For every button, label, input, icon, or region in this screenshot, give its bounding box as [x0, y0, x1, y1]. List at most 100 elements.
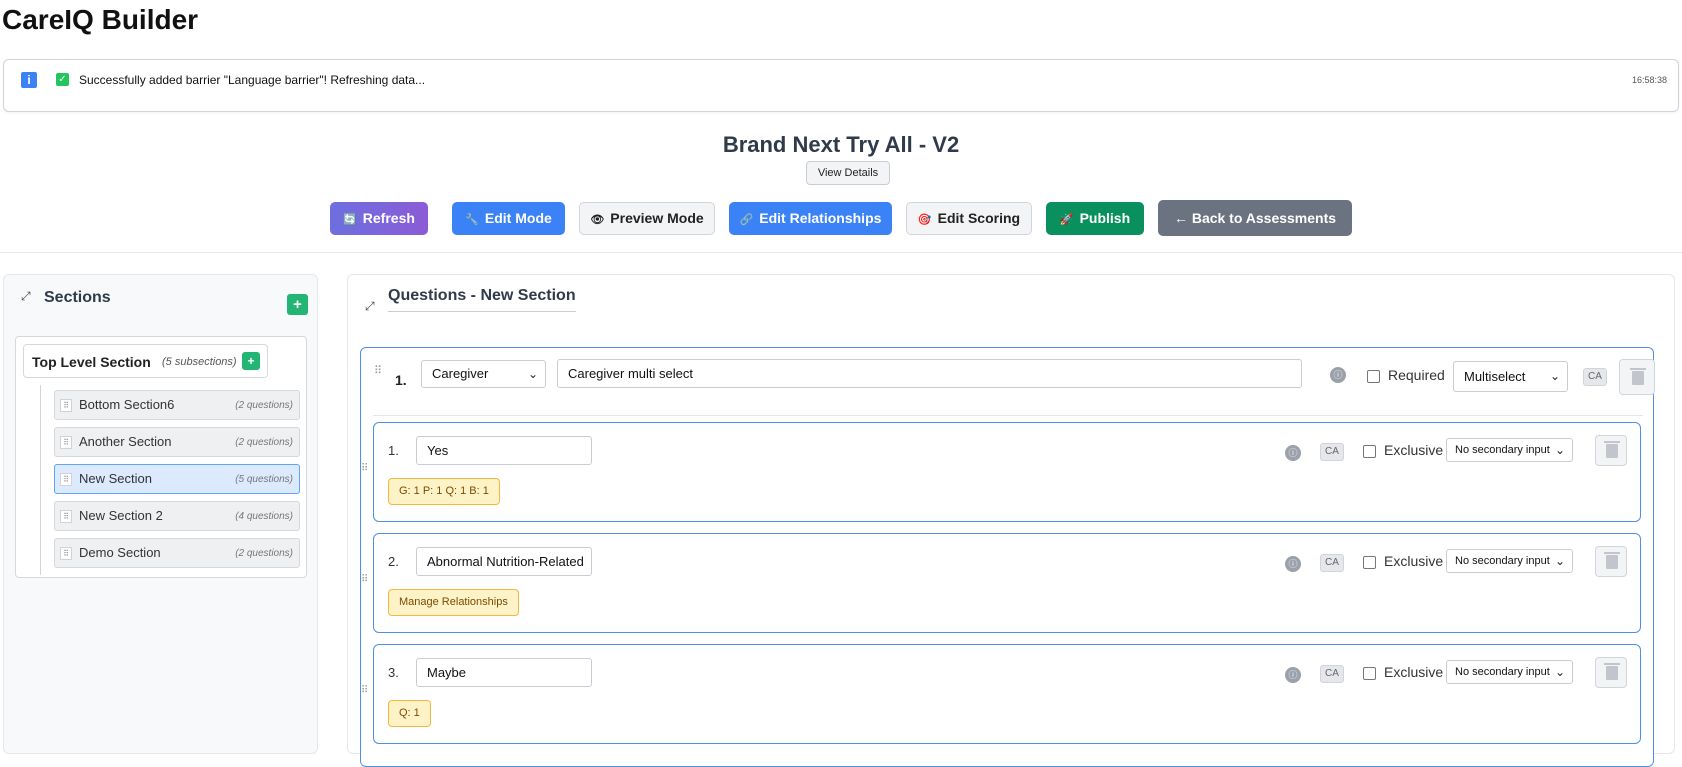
scoring-tag[interactable]: G: 1 P: 1 Q: 1 B: 1	[388, 478, 500, 505]
rocket-icon: 🚀	[1059, 214, 1074, 226]
secondary-input-select[interactable]: No secondary input ⌄	[1446, 438, 1573, 462]
edit-scoring-button[interactable]: 🎯 Edit Scoring	[906, 202, 1032, 235]
ca-badge[interactable]: CA	[1583, 368, 1607, 386]
info-circle-icon[interactable]: ⓘ	[1330, 367, 1346, 383]
eye-icon: 👁	[590, 214, 605, 226]
trash-icon	[1604, 663, 1620, 680]
notification-message: Successfully added barrier "Language bar…	[79, 73, 426, 87]
sections-title: Sections	[44, 289, 111, 306]
drag-handle-icon[interactable]: ⠿	[374, 364, 382, 377]
answer-text-input[interactable]: Abnormal Nutrition-Related	[416, 547, 592, 576]
assessment-title: Brand Next Try All - V2	[722, 132, 960, 157]
exclusive-label: Exclusive	[1384, 553, 1444, 569]
ca-badge[interactable]: CA	[1320, 554, 1344, 572]
drag-handle-icon[interactable]: ⠿	[60, 510, 72, 523]
check-icon: ✓	[56, 73, 69, 86]
question-type-select[interactable]: Multiselect ⌄	[1453, 361, 1568, 392]
drag-handle-icon[interactable]: ⠿	[60, 436, 72, 449]
expand-icon[interactable]: ⤢	[21, 289, 31, 304]
section-item-new-section[interactable]: ⠿ New Section (5 questions)	[54, 464, 300, 494]
add-subsection-button[interactable]: +	[242, 352, 260, 370]
trash-icon	[1630, 368, 1646, 385]
top-level-section[interactable]: Top Level Section (5 subsections) +	[23, 344, 268, 378]
question-text-input[interactable]: Caregiver multi select	[557, 359, 1302, 388]
header-divider	[0, 252, 1682, 253]
secondary-input-value: No secondary input	[1455, 666, 1550, 678]
info-circle-icon[interactable]: ⓘ	[1285, 667, 1301, 683]
answer-card: ⠿ 3. Maybe ⓘ CA Exclusive No secondary i…	[361, 644, 1641, 744]
drag-handle-icon[interactable]: ⠿	[361, 463, 368, 474]
section-item-name: Bottom Section6	[79, 397, 175, 412]
answer-number: 3.	[388, 665, 399, 680]
drag-handle-icon[interactable]: ⠿	[361, 685, 368, 696]
section-item-name: Another Section	[79, 434, 172, 449]
edit-scoring-label: Edit Scoring	[937, 210, 1021, 226]
view-details-button[interactable]: View Details	[806, 161, 890, 185]
refresh-button[interactable]: 🔄 Refresh	[330, 202, 428, 235]
drag-handle-icon[interactable]: ⠿	[361, 574, 368, 585]
delete-answer-button[interactable]	[1595, 657, 1627, 688]
exclusive-label: Exclusive	[1384, 442, 1444, 458]
top-level-section-label: Top Level Section	[32, 354, 151, 370]
required-checkbox[interactable]	[1367, 370, 1380, 383]
chevron-down-icon: ⌄	[1554, 665, 1565, 679]
drag-handle-icon[interactable]: ⠿	[60, 547, 72, 560]
section-item-count: (5 questions)	[235, 474, 293, 485]
section-item-count: (4 questions)	[235, 511, 293, 522]
app-title: CareIQ Builder	[2, 4, 199, 35]
delete-answer-button[interactable]	[1595, 435, 1627, 466]
edit-relationships-button[interactable]: 🔗 Edit Relationships	[729, 202, 892, 235]
trash-icon	[1604, 441, 1620, 458]
exclusive-checkbox[interactable]	[1363, 445, 1376, 458]
expand-icon[interactable]: ⤢	[365, 299, 375, 314]
section-item-another-section[interactable]: ⠿ Another Section (2 questions)	[54, 427, 300, 457]
edit-mode-button[interactable]: 🔧 Edit Mode	[452, 202, 565, 235]
target-icon: 🎯	[917, 214, 932, 226]
answer-number: 1.	[388, 443, 399, 458]
scoring-tag[interactable]: Q: 1	[388, 700, 431, 727]
secondary-input-select[interactable]: No secondary input ⌄	[1446, 549, 1573, 573]
section-item-demo-section[interactable]: ⠿ Demo Section (2 questions)	[54, 538, 300, 568]
publish-button[interactable]: 🚀 Publish	[1046, 202, 1144, 235]
section-item-bottom-section6[interactable]: ⠿ Bottom Section6 (2 questions)	[54, 390, 300, 420]
answer-text-input[interactable]: Yes	[416, 436, 592, 465]
section-item-name: New Section 2	[79, 508, 163, 523]
drag-handle-icon[interactable]: ⠿	[60, 399, 72, 412]
question-type-value: Multiselect	[1464, 369, 1526, 384]
section-tree: Top Level Section (5 subsections) + ⠿ Bo…	[15, 336, 307, 578]
section-item-new-section-2[interactable]: ⠿ New Section 2 (4 questions)	[54, 501, 300, 531]
chevron-down-icon: ⌄	[527, 367, 538, 381]
wrench-icon: 🔧	[465, 214, 479, 226]
secondary-input-select[interactable]: No secondary input ⌄	[1446, 660, 1573, 684]
question-card: ⠿ 1. Caregiver ⌄ Caregiver multi select …	[360, 347, 1655, 767]
ca-badge[interactable]: CA	[1320, 665, 1344, 683]
trash-icon	[1604, 552, 1620, 569]
answer-number: 2.	[388, 554, 399, 569]
question-number: 1.	[395, 372, 407, 388]
answer-card: ⠿ 1. Yes ⓘ CA Exclusive No secondary inp…	[361, 422, 1641, 522]
preview-mode-button[interactable]: 👁 Preview Mode	[579, 202, 715, 235]
delete-question-button[interactable]	[1619, 359, 1655, 395]
manage-relationships-button[interactable]: Manage Relationships	[388, 589, 519, 616]
publish-label: Publish	[1079, 210, 1131, 226]
section-item-name: Demo Section	[79, 545, 161, 560]
question-category-select[interactable]: Caregiver ⌄	[421, 360, 546, 388]
exclusive-checkbox[interactable]	[1363, 667, 1376, 680]
secondary-input-value: No secondary input	[1455, 444, 1550, 456]
question-category-value: Caregiver	[432, 366, 489, 381]
notification-time: 16:58:38	[1631, 75, 1667, 85]
exclusive-checkbox[interactable]	[1363, 556, 1376, 569]
section-item-name: New Section	[79, 471, 152, 486]
answer-text-input[interactable]: Maybe	[416, 658, 592, 687]
tree-line	[40, 385, 41, 575]
delete-answer-button[interactable]	[1595, 546, 1627, 577]
ca-badge[interactable]: CA	[1320, 443, 1344, 461]
drag-handle-icon[interactable]: ⠿	[60, 473, 72, 486]
chevron-down-icon: ⌄	[1554, 554, 1565, 568]
add-section-button[interactable]: +	[287, 294, 308, 315]
info-circle-icon[interactable]: ⓘ	[1285, 445, 1301, 461]
info-circle-icon[interactable]: ⓘ	[1285, 556, 1301, 572]
back-to-assessments-button[interactable]: ← Back to Assessments	[1158, 200, 1352, 236]
edit-mode-label: Edit Mode	[484, 210, 552, 226]
questions-title: Questions - New Section	[388, 287, 576, 312]
